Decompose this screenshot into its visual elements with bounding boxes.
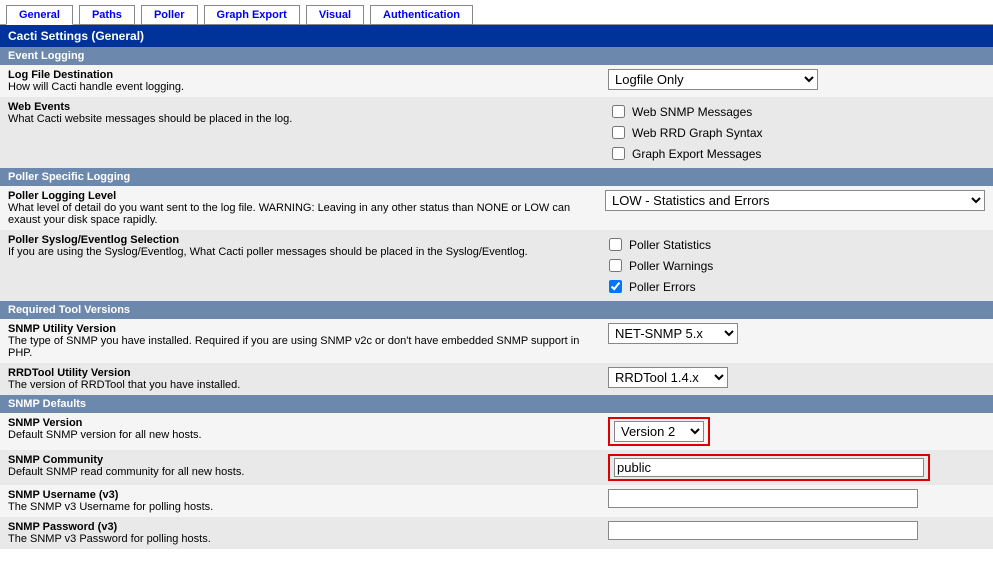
snmp-version-title: SNMP Version [8, 417, 82, 429]
snmp-version-select[interactable]: Version 2 [614, 421, 704, 442]
rrdtool-utility-version-title: RRDTool Utility Version [8, 367, 131, 379]
snmp-utility-version-title: SNMP Utility Version [8, 323, 116, 335]
web-events-desc: What Cacti website messages should be pl… [8, 113, 292, 125]
poller-syslog-title: Poller Syslog/Eventlog Selection [8, 234, 179, 246]
poller-warnings-checkbox[interactable] [609, 259, 622, 272]
poller-logging-level-title: Poller Logging Level [8, 190, 116, 202]
row-poller-syslog: Poller Syslog/Eventlog Selection If you … [0, 230, 993, 301]
graph-export-messages-label: Graph Export Messages [632, 147, 761, 161]
row-log-destination: Log File Destination How will Cacti hand… [0, 65, 993, 97]
tab-visual[interactable]: Visual [306, 5, 364, 25]
poller-errors-label: Poller Errors [629, 280, 696, 294]
tab-authentication[interactable]: Authentication [370, 5, 473, 25]
web-events-title: Web Events [8, 101, 70, 113]
poller-logging-level-select[interactable]: LOW - Statistics and Errors [605, 190, 985, 211]
snmp-utility-version-desc: The type of SNMP you have installed. Req… [8, 335, 579, 359]
snmp-username-input[interactable] [608, 489, 918, 508]
row-web-events: Web Events What Cacti website messages s… [0, 97, 993, 168]
rrdtool-utility-version-select[interactable]: RRDTool 1.4.x [608, 367, 728, 388]
log-destination-select[interactable]: Logfile Only [608, 69, 818, 90]
row-snmp-username: SNMP Username (v3) The SNMP v3 Username … [0, 485, 993, 517]
tab-general[interactable]: General [6, 5, 73, 25]
snmp-community-highlight [608, 454, 930, 481]
section-poller-logging: Poller Specific Logging [0, 168, 993, 186]
row-poller-logging-level: Poller Logging Level What level of detai… [0, 186, 993, 230]
snmp-username-title: SNMP Username (v3) [8, 489, 118, 501]
row-snmp-community: SNMP Community Default SNMP read communi… [0, 450, 993, 485]
log-destination-title: Log File Destination [8, 69, 113, 81]
poller-syslog-desc: If you are using the Syslog/Eventlog, Wh… [8, 246, 528, 258]
web-rrd-graph-syntax-checkbox[interactable] [612, 126, 625, 139]
snmp-utility-version-select[interactable]: NET-SNMP 5.x [608, 323, 738, 344]
snmp-community-title: SNMP Community [8, 454, 103, 466]
row-snmp-password: SNMP Password (v3) The SNMP v3 Password … [0, 517, 993, 549]
web-rrd-graph-syntax-label: Web RRD Graph Syntax [632, 126, 763, 140]
snmp-version-desc: Default SNMP version for all new hosts. [8, 429, 202, 441]
tab-graph-export[interactable]: Graph Export [204, 5, 300, 25]
snmp-version-highlight: Version 2 [608, 417, 710, 446]
poller-warnings-label: Poller Warnings [629, 259, 713, 273]
section-event-logging: Event Logging [0, 47, 993, 65]
poller-errors-checkbox[interactable] [609, 280, 622, 293]
tab-paths[interactable]: Paths [79, 5, 135, 25]
rrdtool-utility-version-desc: The version of RRDTool that you have ins… [8, 379, 240, 391]
web-snmp-messages-label: Web SNMP Messages [632, 105, 752, 119]
web-snmp-messages-checkbox[interactable] [612, 105, 625, 118]
section-snmp-defaults: SNMP Defaults [0, 395, 993, 413]
snmp-password-input[interactable] [608, 521, 918, 540]
snmp-username-desc: The SNMP v3 Username for polling hosts. [8, 501, 213, 513]
poller-logging-level-desc: What level of detail do you want sent to… [8, 202, 570, 226]
log-destination-desc: How will Cacti handle event logging. [8, 81, 184, 93]
tab-poller[interactable]: Poller [141, 5, 198, 25]
section-required-tools: Required Tool Versions [0, 301, 993, 319]
snmp-password-title: SNMP Password (v3) [8, 521, 117, 533]
poller-statistics-label: Poller Statistics [629, 238, 711, 252]
row-rrdtool-utility-version: RRDTool Utility Version The version of R… [0, 363, 993, 395]
snmp-password-desc: The SNMP v3 Password for polling hosts. [8, 533, 211, 545]
snmp-community-desc: Default SNMP read community for all new … [8, 466, 244, 478]
snmp-community-input[interactable] [614, 458, 924, 477]
tabs-bar: General Paths Poller Graph Export Visual… [0, 0, 993, 25]
page-title: Cacti Settings (General) [0, 25, 993, 47]
graph-export-messages-checkbox[interactable] [612, 147, 625, 160]
row-snmp-version: SNMP Version Default SNMP version for al… [0, 413, 993, 450]
poller-statistics-checkbox[interactable] [609, 238, 622, 251]
row-snmp-utility-version: SNMP Utility Version The type of SNMP yo… [0, 319, 993, 363]
